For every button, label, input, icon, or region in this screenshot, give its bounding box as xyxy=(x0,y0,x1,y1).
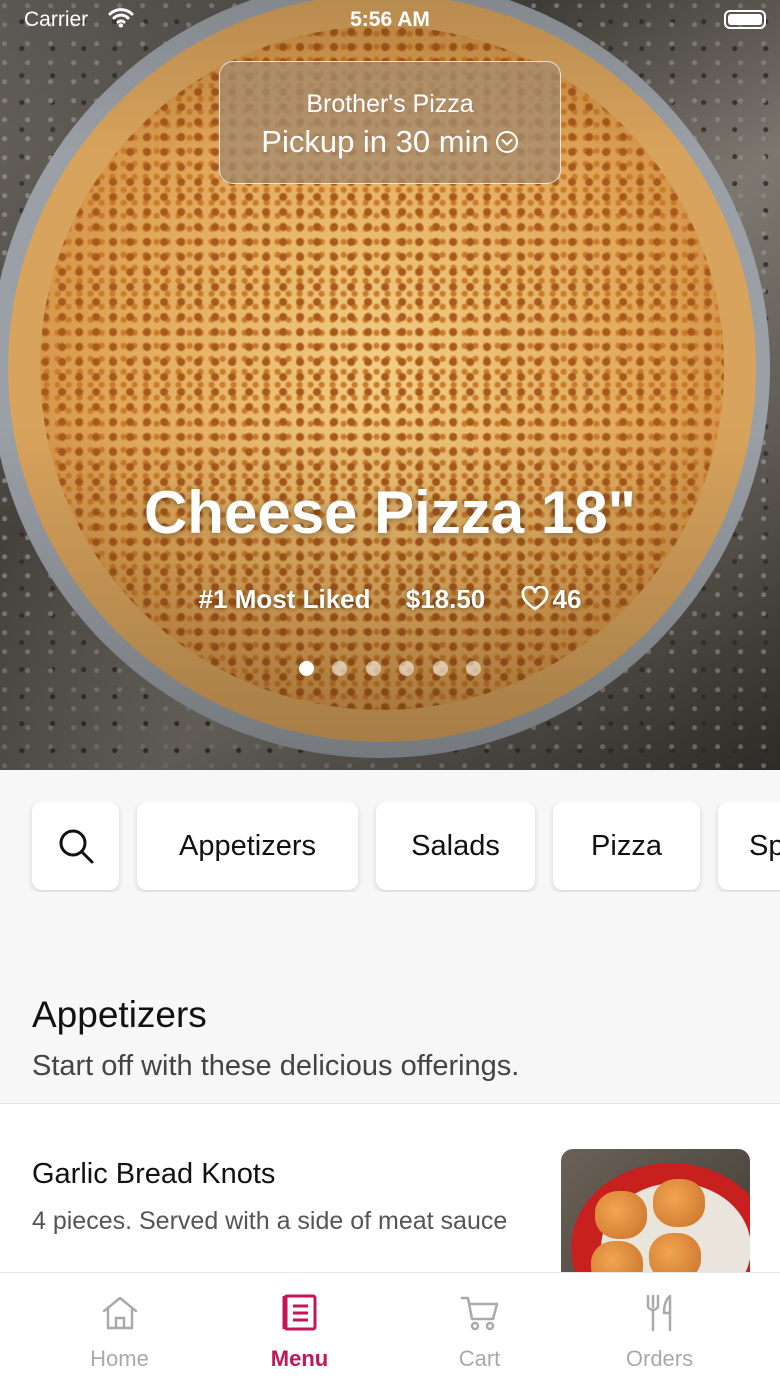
tab-menu[interactable]: Menu xyxy=(202,1273,397,1387)
tab-label: Cart xyxy=(458,1346,501,1371)
store-name: Brother's Pizza xyxy=(306,90,474,118)
status-bar: Carrier 5:56 AM xyxy=(0,0,780,40)
section-subtitle: Start off with these delicious offerings… xyxy=(32,1050,520,1082)
carousel-dot[interactable] xyxy=(365,661,381,676)
cart-icon xyxy=(460,1296,499,1331)
carousel-dot[interactable] xyxy=(466,661,482,676)
store-pickup-selector[interactable]: Brother's Pizza Pickup in 30 min xyxy=(219,61,561,184)
heart-icon xyxy=(521,586,548,611)
featured-rank: #1 Most Liked xyxy=(198,584,371,614)
fork-knife-icon xyxy=(646,1294,672,1332)
chevron-down-circle-icon xyxy=(495,131,518,153)
carousel-dot[interactable] xyxy=(298,661,314,676)
battery-icon xyxy=(724,10,766,29)
section-title: Appetizers xyxy=(32,994,207,1035)
tab-bar: Home Menu Cart Orders xyxy=(0,1272,780,1387)
category-chip-salads[interactable]: Salads xyxy=(376,802,535,890)
menu-item-name: Garlic Bread Knots xyxy=(32,1158,276,1190)
category-chip-appetizers[interactable]: Appetizers xyxy=(137,802,358,890)
pickup-time: Pickup in 30 min xyxy=(220,124,560,160)
featured-price: $18.50 xyxy=(405,584,486,614)
tab-label: Orders xyxy=(625,1346,694,1371)
search-icon xyxy=(59,829,93,864)
category-chip-partial[interactable]: Sp xyxy=(718,802,780,890)
carousel-dot[interactable] xyxy=(432,661,448,676)
category-chip-pizza[interactable]: Pizza xyxy=(553,802,700,890)
carousel-page-indicator[interactable] xyxy=(0,661,780,681)
tab-home[interactable]: Home xyxy=(22,1273,217,1387)
menu-item-description: 4 pieces. Served with a side of meat sau… xyxy=(32,1207,508,1235)
tab-label: Home xyxy=(90,1346,149,1371)
search-button[interactable] xyxy=(32,802,119,890)
featured-likes: 46 xyxy=(521,584,581,614)
home-icon xyxy=(102,1296,138,1330)
featured-dish-title: Cheese Pizza 18" xyxy=(143,479,637,546)
carousel-dot[interactable] xyxy=(399,661,415,676)
hero-banner[interactable]: Carrier 5:56 AM Brother's Pizza Pickup i… xyxy=(0,0,780,770)
clock: 5:56 AM xyxy=(350,8,430,31)
category-bar: Appetizers Salads Pizza Sp xyxy=(0,802,780,892)
carousel-dot[interactable] xyxy=(332,661,348,676)
tab-label: Menu xyxy=(270,1346,329,1371)
tab-orders[interactable]: Orders xyxy=(562,1273,757,1387)
menu-icon xyxy=(282,1294,317,1331)
featured-dish-meta: #1 Most Liked $18.50 46 xyxy=(0,584,780,615)
tab-cart[interactable]: Cart xyxy=(382,1273,577,1387)
